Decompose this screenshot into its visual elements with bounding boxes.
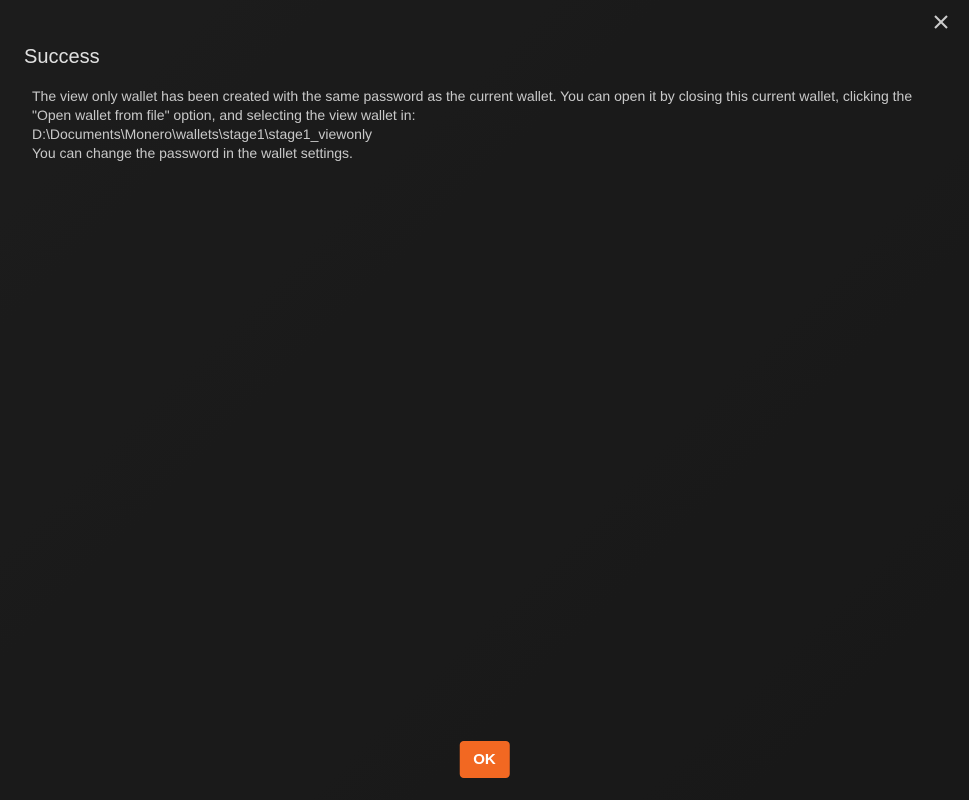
dialog-message: The view only wallet has been created wi… xyxy=(24,87,945,163)
ok-button[interactable]: OK xyxy=(459,741,510,778)
message-line: You can change the password in the walle… xyxy=(32,144,937,163)
dialog-title: Success xyxy=(24,46,945,69)
message-path: D:\Documents\Monero\wallets\stage1\stage… xyxy=(32,125,937,144)
close-icon xyxy=(933,14,949,35)
message-line: The view only wallet has been created wi… xyxy=(32,87,937,125)
success-dialog: Success The view only wallet has been cr… xyxy=(0,0,969,800)
close-button[interactable] xyxy=(929,12,953,36)
